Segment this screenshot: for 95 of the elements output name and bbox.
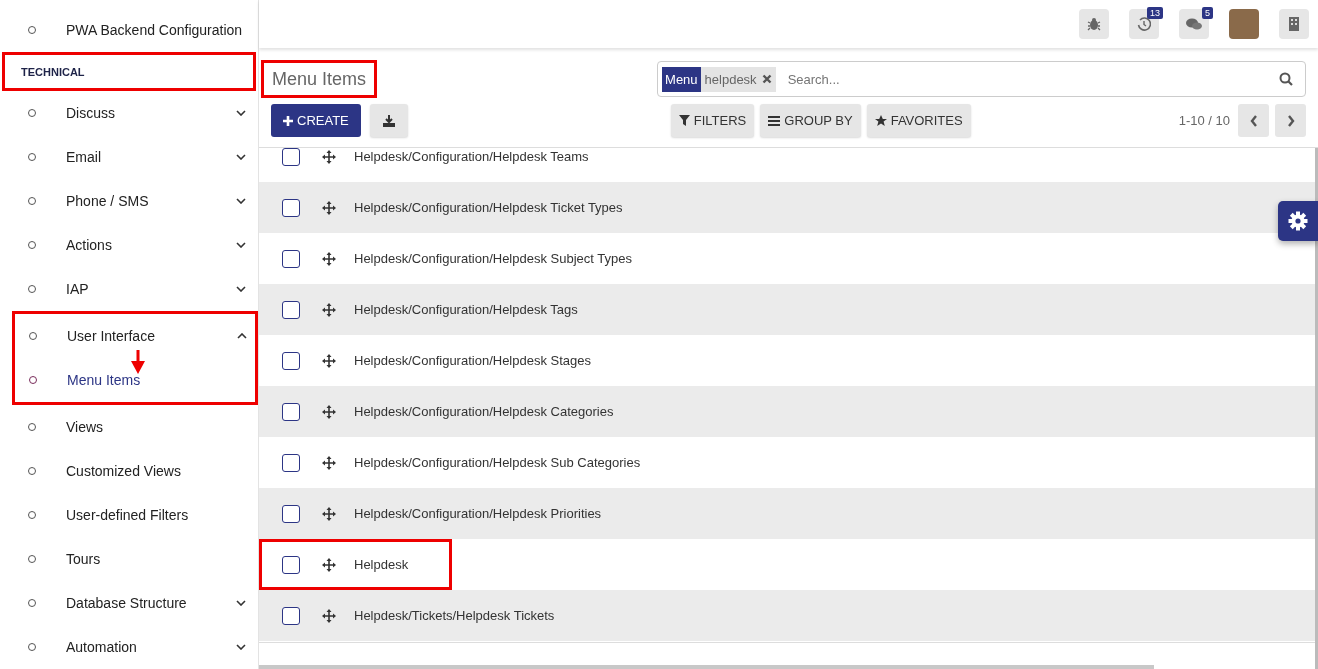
move-handle-icon[interactable] xyxy=(322,149,336,164)
table-row[interactable]: Helpdesk/Configuration/Helpdesk Priorities xyxy=(259,488,1315,539)
chevron-icon xyxy=(236,286,246,292)
table-row[interactable]: Helpdesk xyxy=(259,539,1315,590)
table-cell: Helpdesk/Configuration/Helpdesk Tags xyxy=(354,302,578,317)
table-cell: Helpdesk/Configuration/Helpdesk Teams xyxy=(354,149,589,164)
sidebar-item[interactable]: PWA Backend Configuration xyxy=(66,22,246,38)
pager-text: 1-10 / 10 xyxy=(1178,113,1230,128)
table-row[interactable]: Helpdesk/Configuration/Helpdesk Sub Categories xyxy=(259,437,1315,488)
sidebar-item[interactable]: Menu Items xyxy=(67,372,243,388)
table-cell: Helpdesk/Configuration/Helpdesk Sub Categories xyxy=(354,455,641,470)
move-handle-icon[interactable] xyxy=(322,353,336,368)
row-checkbox[interactable] xyxy=(282,402,300,421)
table-cell: Helpdesk/Configuration/Helpdesk Categories xyxy=(354,404,614,419)
table-cell: Helpdesk xyxy=(354,557,409,572)
search-field[interactable]: Menu helpdesk Search... xyxy=(657,61,1306,97)
chevron-icon xyxy=(236,154,246,160)
table-row[interactable]: Helpdesk/Configuration/Helpdesk Stages xyxy=(259,335,1315,386)
chevron-icon xyxy=(236,110,246,116)
bug-icon-button[interactable] xyxy=(1079,9,1109,39)
filter-button[interactable]: FAVORITES xyxy=(866,104,971,137)
row-checkbox[interactable] xyxy=(282,606,300,625)
previous-button[interactable] xyxy=(1238,104,1269,137)
page-title: Menu Items xyxy=(261,60,378,98)
sidebar-item[interactable]: IAP xyxy=(66,281,236,297)
chevron-icon xyxy=(237,333,247,339)
move-handle-icon[interactable] xyxy=(322,506,336,521)
row-checkbox[interactable] xyxy=(282,351,300,370)
row-checkbox[interactable] xyxy=(282,300,300,319)
table-cell: Helpdesk/Configuration/Helpdesk Ticket Types xyxy=(354,200,623,215)
table-cell: Helpdesk/Configuration/Helpdesk Priorities xyxy=(354,506,602,521)
sidebar-item[interactable]: Phone / SMS xyxy=(66,193,236,209)
clock-icon xyxy=(1137,17,1151,31)
create-button[interactable]: CREATE xyxy=(271,104,361,137)
sidebar-item[interactable]: Automation xyxy=(66,639,236,655)
sidebar-item[interactable]: Email xyxy=(66,149,236,165)
building-icon xyxy=(1289,17,1299,31)
move-handle-icon[interactable] xyxy=(322,608,336,623)
filter-button[interactable]: GROUP BY xyxy=(760,104,861,137)
download-icon xyxy=(382,114,395,127)
settings-button[interactable] xyxy=(1278,201,1318,241)
bug-icon xyxy=(1087,17,1101,31)
close-icon[interactable] xyxy=(761,74,772,84)
sidebar-item[interactable]: Tours xyxy=(66,551,246,567)
table-row[interactable]: Helpdesk/Configuration/Helpdesk Tags xyxy=(259,284,1315,335)
star-icon xyxy=(874,114,887,127)
move-handle-icon[interactable] xyxy=(322,302,336,317)
chevron-icon xyxy=(236,644,246,650)
move-handle-icon[interactable] xyxy=(322,557,336,572)
move-handle-icon[interactable] xyxy=(322,251,336,266)
row-checkbox[interactable] xyxy=(282,249,300,268)
count-badge: 13 xyxy=(1147,7,1163,19)
filter-button[interactable]: FILTERS xyxy=(670,104,755,137)
table-row[interactable]: Helpdesk/Configuration/Helpdesk Subject Types xyxy=(259,233,1315,284)
section-header: TECHNICAL xyxy=(2,52,256,91)
table-row[interactable]: Helpdesk/Configuration/Helpdesk Ticket Types xyxy=(259,182,1315,233)
chevron-left-icon xyxy=(1249,114,1258,127)
sidebar-item[interactable]: User-defined Filters xyxy=(66,507,246,523)
row-checkbox[interactable] xyxy=(282,504,300,523)
table-cell: Helpdesk/Tickets/Helpdesk Tickets xyxy=(354,608,555,623)
sidebar-item[interactable]: Views xyxy=(66,419,246,435)
search-icon[interactable] xyxy=(1279,72,1293,86)
count-badge: 5 xyxy=(1202,7,1213,19)
chevron-icon xyxy=(236,600,246,606)
sidebar-item[interactable]: Customized Views xyxy=(66,463,246,479)
chevron-icon xyxy=(236,242,246,248)
facet-label: Menu xyxy=(662,66,701,92)
table-cell: Helpdesk/Configuration/Helpdesk Subject Types xyxy=(354,251,632,266)
move-handle-icon[interactable] xyxy=(322,455,336,470)
list-icon xyxy=(768,115,781,126)
building-icon-button[interactable] xyxy=(1279,9,1309,39)
search-facet[interactable]: helpdesk xyxy=(700,66,776,92)
plus-icon xyxy=(283,115,293,126)
row-checkbox[interactable] xyxy=(282,198,300,217)
table-cell: Helpdesk/Configuration/Helpdesk Stages xyxy=(354,353,592,368)
table-row[interactable]: Helpdesk/Configuration/Helpdesk Teams xyxy=(259,148,1315,182)
scrollbar[interactable] xyxy=(259,665,1154,669)
gear-icon xyxy=(1288,211,1308,231)
table-row[interactable]: Helpdesk/Tickets/Helpdesk Tickets xyxy=(259,590,1315,641)
sidebar-item[interactable]: Database Structure xyxy=(66,595,236,611)
chevron-icon xyxy=(236,198,246,204)
move-handle-icon[interactable] xyxy=(322,200,336,215)
row-checkbox[interactable] xyxy=(282,453,300,472)
sidebar-item[interactable]: User Interface xyxy=(67,328,237,344)
sidebar-item[interactable]: Actions xyxy=(66,237,236,253)
filter-icon xyxy=(678,115,690,126)
next-button[interactable] xyxy=(1275,104,1306,137)
row-checkbox[interactable] xyxy=(282,555,300,574)
row-checkbox[interactable] xyxy=(282,148,300,166)
table-row[interactable]: Helpdesk/Configuration/Helpdesk Categories xyxy=(259,386,1315,437)
chat-bubbles-icon xyxy=(1186,17,1202,31)
sidebar-item[interactable]: Discuss xyxy=(66,105,236,121)
move-handle-icon[interactable] xyxy=(322,404,336,419)
chevron-right-icon xyxy=(1286,114,1295,127)
download-button[interactable] xyxy=(369,104,408,137)
